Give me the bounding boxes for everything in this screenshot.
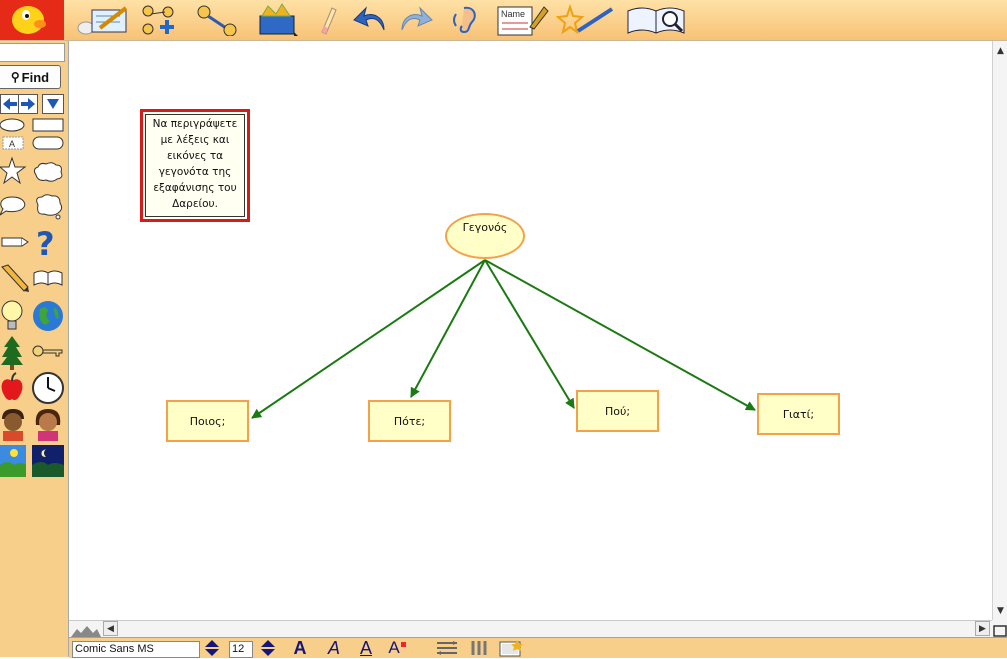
columns-icon[interactable] [469,639,493,657]
name-card-icon[interactable]: Name [496,3,550,37]
listen-icon[interactable] [452,3,482,37]
box-when[interactable]: Πότε; [368,400,451,442]
night-landscape-icon[interactable] [32,445,64,477]
bold-text-icon[interactable]: A [289,638,311,658]
book-icon[interactable] [32,267,64,289]
undo-icon[interactable] [352,3,392,37]
thought-bubble-icon[interactable] [32,193,64,221]
magic-wand-icon[interactable] [556,3,616,37]
main-toolbar: Name [0,0,1007,41]
svg-text:Name: Name [501,9,525,19]
pencil-icon[interactable] [0,263,30,293]
underline-text-icon[interactable]: A [355,638,377,658]
add-symbol-icon[interactable] [140,3,180,37]
link-arrow-who[interactable] [251,259,486,419]
format-bar: Comic Sans MS 12 A A A A [69,637,1007,658]
palette-menu-icon[interactable] [42,94,64,114]
horizontal-scrollbar[interactable]: ◀ ▶ [69,620,992,637]
speech-bubble-icon[interactable] [0,195,28,219]
rounded-rect-icon[interactable] [32,136,64,150]
search-input[interactable] [0,43,65,62]
apple-icon[interactable] [0,371,26,405]
link-arrow-where[interactable] [484,259,575,409]
lightbulb-icon[interactable] [0,299,26,333]
link-arrow-when[interactable] [410,259,486,398]
box-why[interactable]: Γιατί; [757,393,840,435]
eraser-icon[interactable] [316,3,338,37]
italic-text-icon[interactable]: A [323,638,345,658]
text-color-icon[interactable]: A [385,638,409,657]
label-tag-icon[interactable] [0,233,30,251]
font-select[interactable]: Comic Sans MS [72,641,200,658]
vertical-scrollbar[interactable]: ▲ ▼ [992,41,1007,620]
next-page-icon[interactable] [18,94,38,114]
font-size-stepper-icon[interactable] [203,639,221,657]
instruction-note[interactable]: Να περιγράψετε με λέξεις και εικόνες τα … [140,109,250,222]
dictionary-icon[interactable] [626,3,688,37]
clock-icon[interactable] [32,371,64,405]
tree-icon[interactable] [0,335,26,371]
question-mark-icon[interactable]: ? [32,227,64,259]
svg-text:A: A [9,139,15,149]
link-arrow-why[interactable] [484,259,756,411]
link-tool-icon[interactable] [194,3,240,37]
central-event-oval[interactable]: Γεγονός [445,213,525,259]
rectangle-shape-icon[interactable] [32,118,64,132]
text-align-icon[interactable] [435,639,459,657]
girl-face-icon[interactable] [32,407,64,441]
scroll-down-icon[interactable]: ▼ [993,603,1007,618]
find-button[interactable]: ⚲ Find [0,65,61,89]
size-up-down-icon[interactable] [259,639,277,657]
day-landscape-icon[interactable] [0,445,26,477]
redo-icon[interactable] [398,3,436,37]
symbol-palette: ⚲ Find A ? [0,41,69,657]
scroll-left-icon[interactable]: ◀ [103,621,118,636]
boy-face-icon[interactable] [0,407,28,441]
logo-fish-icon[interactable] [0,0,64,40]
previous-page-icon[interactable] [0,94,20,114]
write-note-icon[interactable] [74,3,130,37]
oval-shape-icon[interactable] [0,118,26,132]
key-icon[interactable] [32,343,64,359]
template-box-icon[interactable] [256,3,302,37]
zoom-mountains-icon[interactable] [71,622,101,637]
scroll-corner [992,620,1007,637]
scroll-up-icon[interactable]: ▲ [993,43,1007,58]
svg-text:?: ? [36,227,55,259]
box-where[interactable]: Πού; [576,390,659,432]
globe-icon[interactable] [32,299,64,333]
box-who[interactable]: Ποιος; [166,400,249,442]
scroll-right-icon[interactable]: ▶ [975,621,990,636]
cloud-shape-icon[interactable] [32,161,64,183]
diagram-canvas[interactable]: Να περιγράψετε με λέξεις και εικόνες τα … [69,41,992,620]
star-shape-icon[interactable] [0,157,28,185]
font-size-field[interactable]: 12 [229,641,253,658]
magnifier-icon: ⚲ [10,70,20,84]
symbol-picture-icon[interactable] [499,639,525,657]
text-label-icon[interactable]: A [0,136,26,150]
